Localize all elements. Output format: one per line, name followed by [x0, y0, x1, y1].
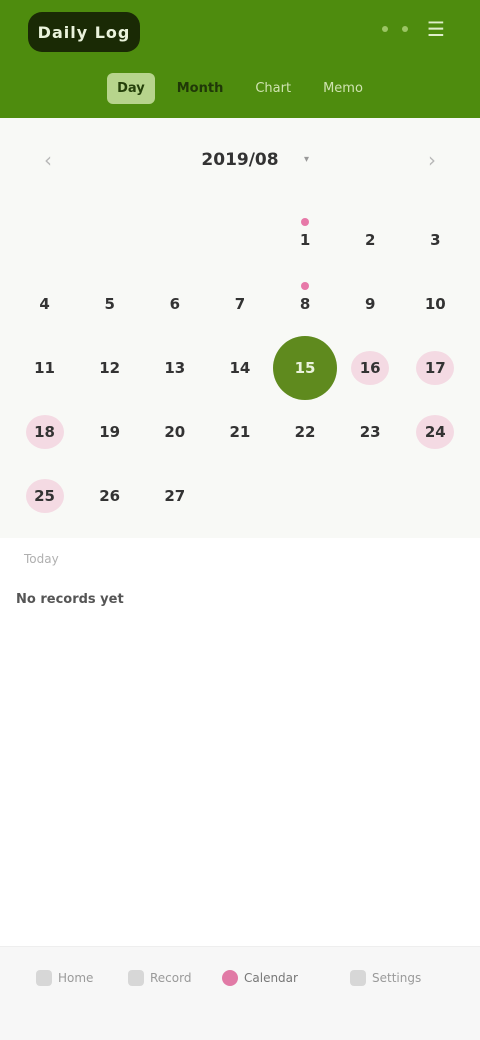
- tab-bar: Day Month Chart Memo: [0, 66, 480, 110]
- bottom-nav: Home Record Calendar Settings: [0, 946, 480, 1040]
- calendar-day[interactable]: 24: [403, 400, 468, 464]
- calendar-day-number: 26: [99, 487, 121, 505]
- calendar-day[interactable]: 5: [77, 272, 142, 336]
- calendar-day-number: 7: [234, 295, 246, 313]
- calendar-day[interactable]: 22: [273, 400, 338, 464]
- event-marker-icon: [301, 282, 310, 290]
- calendar-day[interactable]: 17: [403, 336, 468, 400]
- calendar-day-number: 23: [359, 423, 381, 441]
- calendar-day-number: 16: [359, 359, 381, 377]
- header-actions: ☰: [382, 17, 450, 41]
- more-dots-icon[interactable]: [382, 26, 388, 32]
- nav-settings-label: Settings: [372, 971, 422, 985]
- info-text: No records yet: [16, 592, 124, 607]
- calendar-day-number: 24: [424, 423, 446, 441]
- calendar-day[interactable]: 26: [77, 464, 142, 528]
- calendar-day[interactable]: 12: [77, 336, 142, 400]
- nav-record-label: Record: [150, 971, 192, 985]
- calendar-day-number: 6: [169, 295, 181, 313]
- tab-day[interactable]: Day: [107, 72, 155, 104]
- home-icon: [36, 970, 52, 986]
- more-dots-icon-2: [402, 26, 408, 32]
- calendar-day[interactable]: 25: [12, 464, 77, 528]
- nav-settings[interactable]: Settings: [350, 965, 421, 991]
- calendar-day[interactable]: 13: [142, 336, 207, 400]
- nav-home[interactable]: Home: [36, 965, 93, 991]
- calendar-day[interactable]: 9: [338, 272, 403, 336]
- nav-calendar-label: Calendar: [244, 971, 298, 985]
- app-title[interactable]: Daily Log: [28, 12, 140, 52]
- calendar-day[interactable]: 11: [12, 336, 77, 400]
- calendar-day-number: 12: [99, 359, 121, 377]
- calendar-day[interactable]: 1: [273, 208, 338, 272]
- calendar-day[interactable]: 3: [403, 208, 468, 272]
- calendar-day[interactable]: 7: [207, 272, 272, 336]
- calendar-day[interactable]: 16: [338, 336, 403, 400]
- calendar-day[interactable]: 21: [207, 400, 272, 464]
- calendar-day[interactable]: 15: [273, 336, 338, 400]
- event-marker-icon: [301, 218, 310, 226]
- app-header: Daily Log ☰ Day Month Chart Memo: [0, 0, 480, 118]
- calendar-day-number: 5: [104, 295, 115, 313]
- calendar-day[interactable]: 6: [142, 272, 207, 336]
- calendar-day[interactable]: 2: [338, 208, 403, 272]
- calendar-icon: [222, 970, 238, 986]
- calendar-day[interactable]: 27: [142, 464, 207, 528]
- calendar-day-number: 15: [294, 359, 316, 377]
- calendar-day[interactable]: 4: [12, 272, 77, 336]
- nav-calendar[interactable]: Calendar: [222, 965, 298, 991]
- calendar-day-number: 3: [430, 231, 441, 249]
- calendar-day-number: 25: [34, 487, 55, 505]
- calendar-day-number: 27: [164, 487, 186, 505]
- calendar-day-number: 2: [364, 231, 376, 249]
- prev-month-icon[interactable]: ‹: [36, 148, 60, 172]
- calendar-day-number: 11: [34, 359, 55, 377]
- calendar-day-number: 18: [34, 423, 55, 441]
- calendar-panel: ‹ 2019/08 ▾ › 1 2 3 4 5 6 7 8 9 10 11 12 13 14 15 16 17 1…: [0, 118, 480, 538]
- tab-month[interactable]: Month: [167, 73, 234, 104]
- month-label[interactable]: 2019/08: [170, 146, 310, 174]
- calendar-day[interactable]: 14: [207, 336, 272, 400]
- nav-home-label: Home: [58, 971, 94, 985]
- calendar-day-number: 9: [364, 295, 376, 313]
- menu-icon[interactable]: ☰: [422, 17, 450, 41]
- settings-icon: [350, 970, 366, 986]
- calendar-day-number: 22: [294, 423, 316, 441]
- calendar-day-number: 4: [39, 295, 50, 313]
- calendar-day[interactable]: 20: [142, 400, 207, 464]
- calendar-day-number: 8: [299, 295, 311, 313]
- calendar-grid: 1 2 3 4 5 6 7 8 9 10 11 12 13 14 15 16 17 18 19 20 21 22 23 24 2…: [12, 208, 468, 528]
- calendar-day[interactable]: 8: [273, 272, 338, 336]
- calendar-day-number: 10: [424, 295, 446, 313]
- tab-memo[interactable]: Memo: [313, 73, 373, 104]
- nav-record[interactable]: Record: [128, 965, 191, 991]
- calendar-day-number: 19: [99, 423, 121, 441]
- tab-chart[interactable]: Chart: [245, 73, 301, 104]
- calendar-day-number: 1: [299, 231, 311, 249]
- calendar-day[interactable]: 19: [77, 400, 142, 464]
- calendar-day[interactable]: 23: [338, 400, 403, 464]
- calendar-day-number: 13: [164, 359, 186, 377]
- chevron-down-icon[interactable]: ▾: [304, 154, 309, 165]
- calendar-day-number: 17: [424, 359, 446, 377]
- calendar-day[interactable]: 10: [403, 272, 468, 336]
- month-navigator: ‹ 2019/08 ▾ ›: [0, 142, 480, 178]
- record-icon: [128, 970, 144, 986]
- calendar-day-number: 14: [229, 359, 251, 377]
- calendar-day-number: 21: [229, 423, 251, 441]
- calendar-day[interactable]: 18: [12, 400, 77, 464]
- info-label: Today: [24, 552, 59, 566]
- next-month-icon[interactable]: ›: [420, 148, 444, 172]
- calendar-day-number: 20: [164, 423, 186, 441]
